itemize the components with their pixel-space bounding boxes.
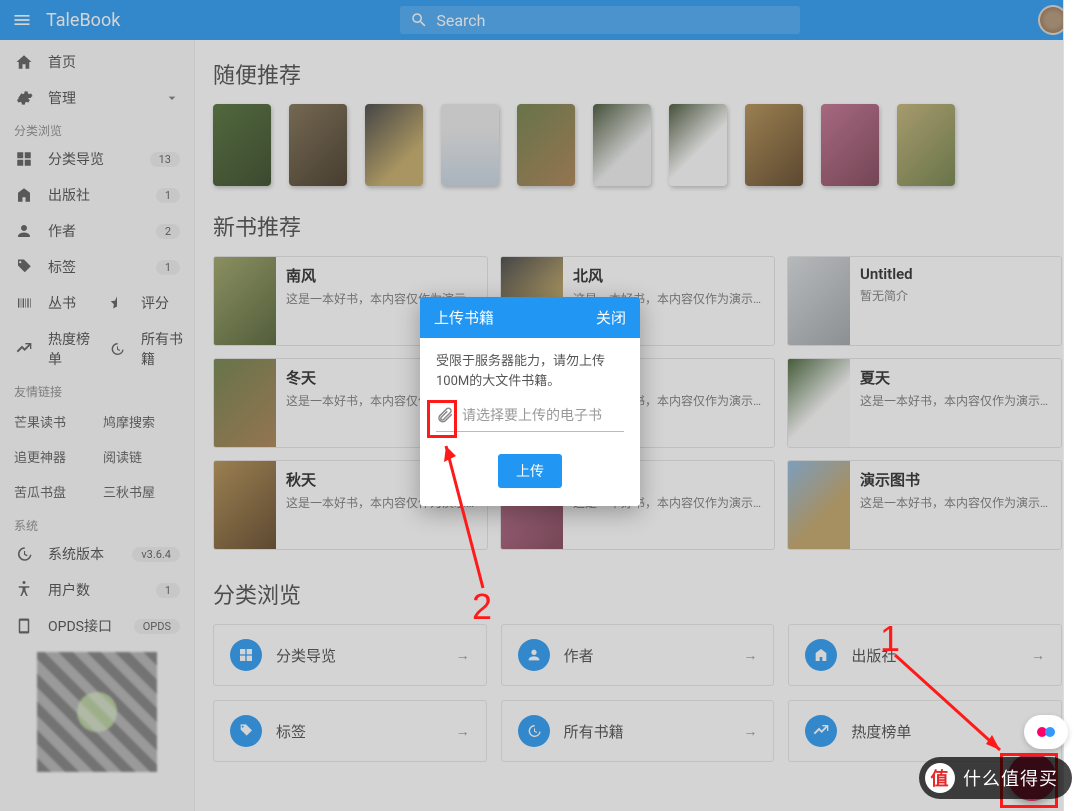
smzdm-logo-icon: 值 xyxy=(925,763,955,793)
smzdm-text: 什么值得买 xyxy=(963,765,1058,791)
dialog-title: 上传书籍 xyxy=(434,307,494,328)
file-input-placeholder: 请选择要上传的电子书 xyxy=(462,405,624,425)
dialog-close-button[interactable]: 关闭 xyxy=(596,307,626,328)
dialog-message: 受限于服务器能力，请勿上传100M的大文件书籍。 xyxy=(436,352,624,391)
smzdm-watermark: 值 什么值得买 xyxy=(919,757,1072,799)
annotation-box-paperclip xyxy=(427,400,457,438)
scrollbar-region[interactable] xyxy=(1063,0,1080,811)
annotation-label-1: 1 xyxy=(880,618,900,660)
upload-submit-button[interactable]: 上传 xyxy=(498,454,562,488)
file-input[interactable]: 请选择要上传的电子书 xyxy=(436,405,624,432)
annotation-label-2: 2 xyxy=(472,586,492,628)
brain-widget[interactable] xyxy=(1024,715,1068,749)
